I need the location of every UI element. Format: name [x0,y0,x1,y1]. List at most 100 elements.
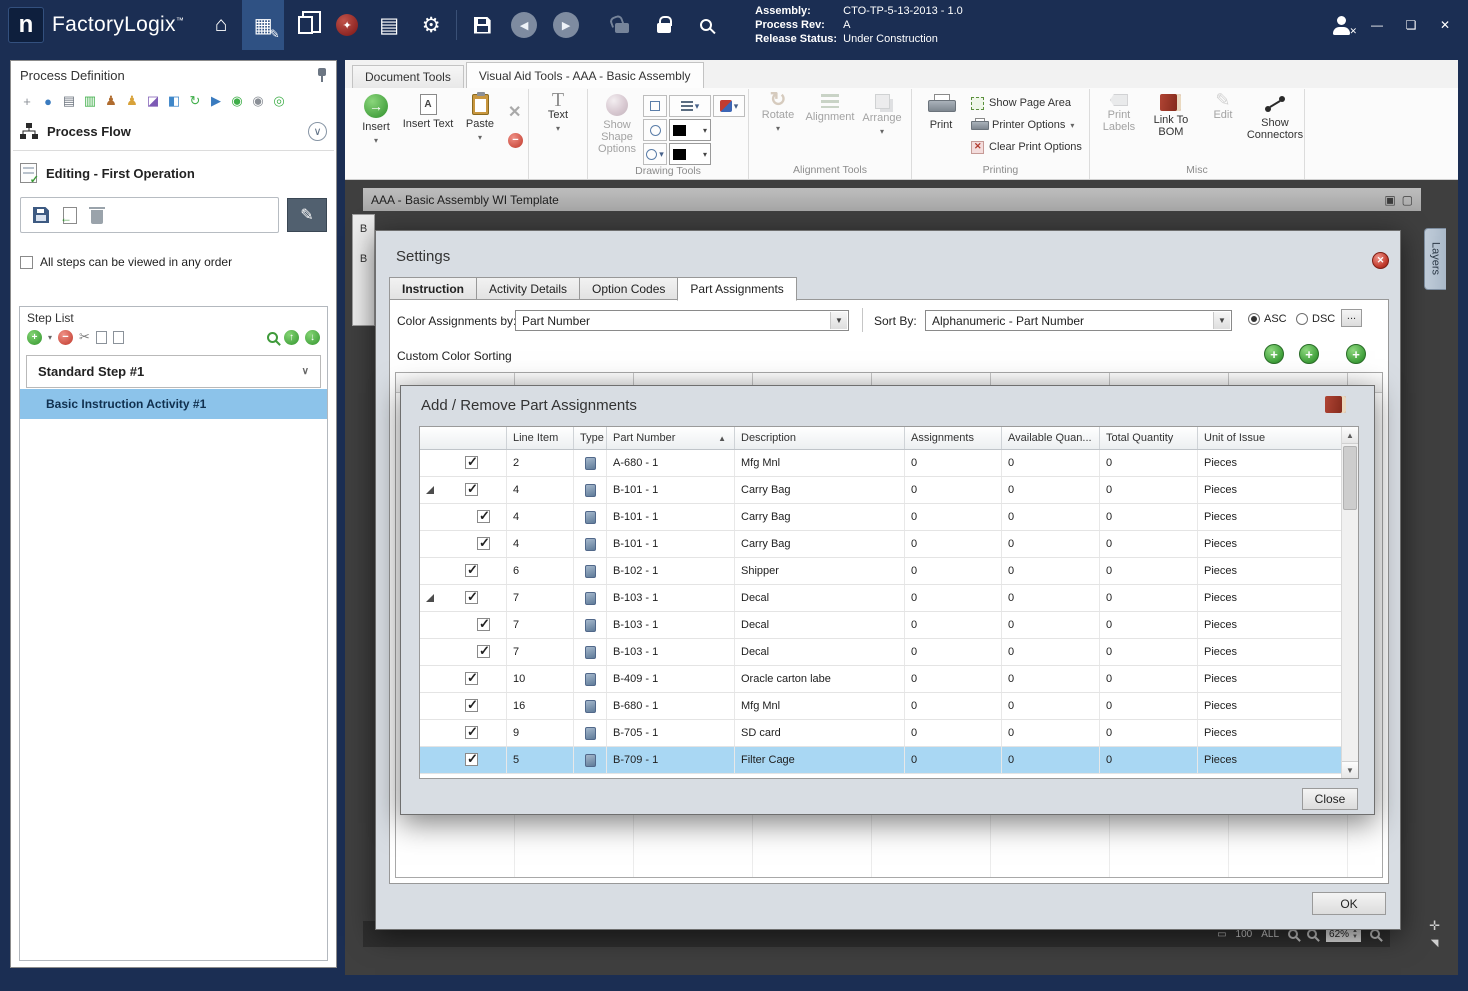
add-step-button[interactable]: + [27,329,42,345]
row-checkbox[interactable] [477,616,490,632]
settings-button[interactable]: ⚙ [410,0,452,50]
tab-activity-details[interactable]: Activity Details [476,277,581,300]
save-operation-icon[interactable] [33,207,49,223]
print-labels-button[interactable]: Print Labels [1093,89,1145,161]
row-checkbox[interactable] [465,751,478,767]
pin-icon[interactable] [317,68,327,82]
any-order-checkbox[interactable] [20,255,33,269]
sort-by-select[interactable]: Alphanumeric - Part Number ▼ [925,310,1232,331]
doc-window-icon[interactable]: ▣ [1384,193,1395,207]
run-icon[interactable]: ▶ [207,92,225,110]
row-checkbox[interactable] [477,535,490,551]
row-checkbox[interactable] [465,481,478,497]
remove-step-button[interactable]: − [58,329,74,345]
zoom-in-icon[interactable] [1307,929,1318,939]
part-row[interactable]: 10B-409 - 1Oracle carton labe000Pieces [420,666,1358,693]
table-scrollbar[interactable]: ▲ ▼ [1341,427,1358,778]
lock-button[interactable] [643,0,685,50]
show-shape-options-button[interactable]: Show Shape Options [591,89,643,161]
row-checkbox[interactable] [465,454,478,470]
part-row[interactable]: 2A-680 - 1Mfg Mnl000Pieces [420,450,1358,477]
import-icon[interactable] [60,206,77,225]
tab-instruction[interactable]: Instruction [389,277,477,300]
part-row[interactable]: 4B-101 - 1Carry Bag000Pieces [420,477,1358,504]
save-button[interactable] [461,0,503,50]
zoom-out-icon[interactable] [1288,929,1299,939]
more-options-button[interactable]: ... [1341,309,1362,327]
arrange-button[interactable]: Arrange ▾ [856,89,908,161]
flow-template-icon[interactable]: ◧ [165,92,183,110]
activity-item-selected[interactable]: Basic Instruction Activity #1 [20,389,327,419]
step-chevron-icon[interactable]: ∨ [302,366,309,377]
col-line-item[interactable]: Line Item [507,427,574,449]
print-button[interactable]: Print [915,89,967,161]
insert-text-button[interactable]: A Insert Text [402,89,454,161]
text-button[interactable]: T Text ▾ [532,89,584,161]
fill-color-picker[interactable]: ▾ [669,143,711,165]
dsc-radio[interactable]: DSC [1296,313,1335,325]
part-row[interactable]: 7B-103 - 1Decal000Pieces [420,585,1358,612]
status-gray-icon[interactable]: ◉ [249,92,267,110]
rectangle-tool-button[interactable] [643,95,667,117]
col-type[interactable]: Type [574,427,607,449]
alignment-button[interactable]: Alignment [804,89,856,161]
part-row[interactable]: 7B-103 - 1Decal000Pieces [420,612,1358,639]
refresh-icon[interactable]: ↻ [186,92,204,110]
ok-button[interactable]: OK [1312,892,1386,915]
user-icon[interactable]: ♟ [123,92,141,110]
part-row[interactable]: 6B-102 - 1Shipper000Pieces [420,558,1358,585]
process-editor-button[interactable]: ▦ ✎ [242,0,285,50]
col-select[interactable] [420,427,507,449]
remove-button[interactable]: − [508,132,523,148]
expander-icon[interactable] [426,594,434,602]
search-button[interactable] [685,0,727,50]
scrollbar-thumb[interactable] [1343,446,1357,510]
move-down-button[interactable]: ↓ [305,329,320,345]
layers-tab[interactable]: Layers [1424,228,1446,290]
status-green-icon[interactable]: ◉ [228,92,246,110]
col-description[interactable]: Description [735,427,905,449]
col-available-quantity[interactable]: Available Quan... [1002,427,1100,449]
navigator-button[interactable]: ✦ [326,0,368,50]
part-row[interactable]: 16B-680 - 1Mfg Mnl000Pieces [420,693,1358,720]
back-button[interactable]: ◀ [503,0,545,50]
gradient-button[interactable]: ▾ [713,95,745,117]
report-icon[interactable]: ▥ [81,92,99,110]
row-checkbox[interactable] [477,508,490,524]
palette-icon[interactable]: ◪ [144,92,162,110]
pointer-icon[interactable]: ◥ [1431,938,1439,949]
row-checkbox[interactable] [465,589,478,605]
step-item[interactable]: Standard Step #1 ∨ [26,355,321,388]
edit-operation-button[interactable]: ✎ [287,198,327,232]
add-color-button[interactable]: + [1264,344,1284,364]
printer-options-button[interactable]: Printer Options ▾ [967,115,1086,135]
shape-tool-button[interactable]: ▾ [643,143,667,165]
col-assignments[interactable]: Assignments [905,427,1002,449]
minimize-button[interactable]: — [1368,18,1386,32]
tab-document-tools[interactable]: Document Tools [352,65,464,88]
unlock-button[interactable] [601,0,643,50]
asc-radio[interactable]: ASC [1248,313,1287,325]
scale-all-label[interactable]: ALL [1261,929,1279,940]
scroll-down-icon[interactable]: ▼ [1342,761,1358,778]
tab-part-assignments[interactable]: Part Assignments [677,277,797,301]
web-icon[interactable]: ● [39,92,57,110]
insert-button[interactable]: → Insert ▾ [350,89,402,161]
col-unit-of-issue[interactable]: Unit of Issue [1198,427,1343,449]
clear-print-options-button[interactable]: Clear Print Options [967,137,1086,157]
part-row[interactable]: 9B-705 - 1SD card000Pieces [420,720,1358,747]
color-assignments-select[interactable]: Part Number ▼ [515,310,849,331]
tab-visual-aid-tools[interactable]: Visual Aid Tools - AAA - Basic Assembly [465,62,704,88]
zoom-fit-icon[interactable] [1370,929,1380,939]
ellipse-tool-button[interactable] [643,119,667,141]
scale-100-label[interactable]: 100 [1236,929,1253,940]
apply-color-button[interactable]: + [1299,344,1319,364]
add-step-caret-icon[interactable]: ▾ [48,333,52,342]
part-row[interactable]: 7B-103 - 1Decal000Pieces [420,639,1358,666]
part-row[interactable]: 4B-101 - 1Carry Bag000Pieces [420,531,1358,558]
zoom-step-icon[interactable] [267,331,278,343]
part-row[interactable]: 4B-101 - 1Carry Bag000Pieces [420,504,1358,531]
doc-pin-icon[interactable]: ▢ [1402,193,1413,207]
show-page-area-button[interactable]: Show Page Area [967,93,1086,113]
tab-option-codes[interactable]: Option Codes [579,277,679,300]
